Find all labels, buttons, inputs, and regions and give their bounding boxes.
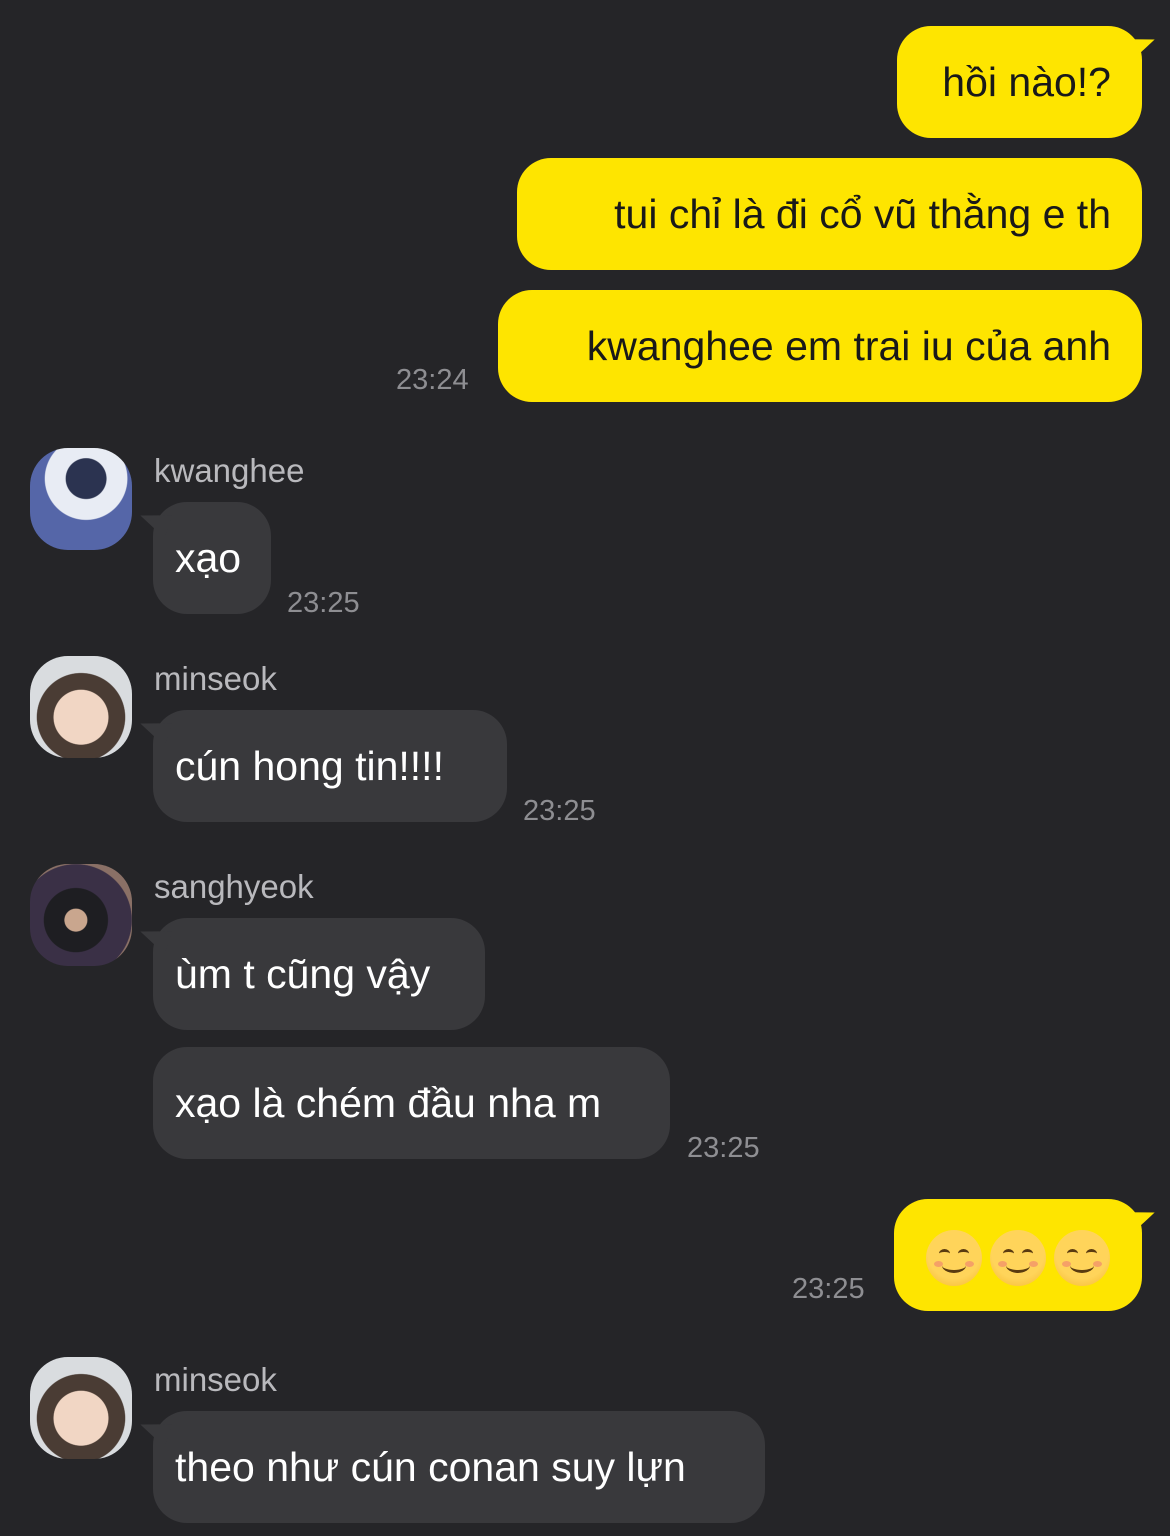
avatar-sanghyeok[interactable] [30, 864, 132, 966]
smiling-face-emoji-icon [990, 1230, 1046, 1287]
message-timestamp: 23:25 [523, 795, 596, 827]
outgoing-message-bubble[interactable] [894, 1199, 1142, 1311]
message-text: kwanghee em trai iu của anh [586, 323, 1111, 369]
sender-name: minseok [154, 1361, 277, 1398]
message-timestamp: 23:25 [687, 1132, 760, 1164]
message-text: cún hong tin!!!! [175, 743, 444, 789]
incoming-message-bubble[interactable]: ùm t cũng vậy [153, 918, 485, 1030]
sender-name: kwanghee [154, 452, 305, 489]
avatar-minseok[interactable] [30, 656, 132, 758]
smiling-face-emoji-icon [926, 1230, 982, 1287]
emoji-row [926, 1230, 1110, 1287]
outgoing-message-bubble[interactable]: hồi nào!? [897, 26, 1142, 138]
incoming-message-bubble[interactable]: xạo là chém đầu nha m [153, 1047, 670, 1159]
message-text: xạo là chém đầu nha m [175, 1080, 602, 1126]
outgoing-message-bubble[interactable]: kwanghee em trai iu của anh [498, 290, 1142, 402]
sender-name: minseok [154, 660, 277, 697]
message-text: hồi nào!? [942, 59, 1111, 105]
incoming-message-bubble[interactable]: theo như cún conan suy lựn [153, 1411, 765, 1523]
chat-transcript: hồi nào!? tui chỉ là đi cổ vũ thằng e th… [0, 0, 1170, 1536]
sender-name: sanghyeok [154, 868, 314, 905]
avatar-minseok[interactable] [30, 1357, 132, 1459]
incoming-message-bubble[interactable]: cún hong tin!!!! [153, 710, 507, 822]
incoming-message-bubble[interactable]: xạo [153, 502, 271, 614]
smiling-face-emoji-icon [1054, 1230, 1110, 1287]
outgoing-message-bubble[interactable]: tui chỉ là đi cổ vũ thằng e th [517, 158, 1142, 270]
message-timestamp: 23:25 [792, 1273, 865, 1305]
message-text: theo như cún conan suy lựn [175, 1444, 686, 1490]
message-text: ùm t cũng vậy [175, 951, 431, 997]
message-timestamp: 23:24 [396, 364, 469, 396]
message-text: xạo [175, 535, 242, 581]
message-timestamp: 23:25 [287, 587, 360, 619]
avatar-kwanghee[interactable] [30, 448, 132, 550]
message-text: tui chỉ là đi cổ vũ thằng e th [614, 191, 1111, 237]
